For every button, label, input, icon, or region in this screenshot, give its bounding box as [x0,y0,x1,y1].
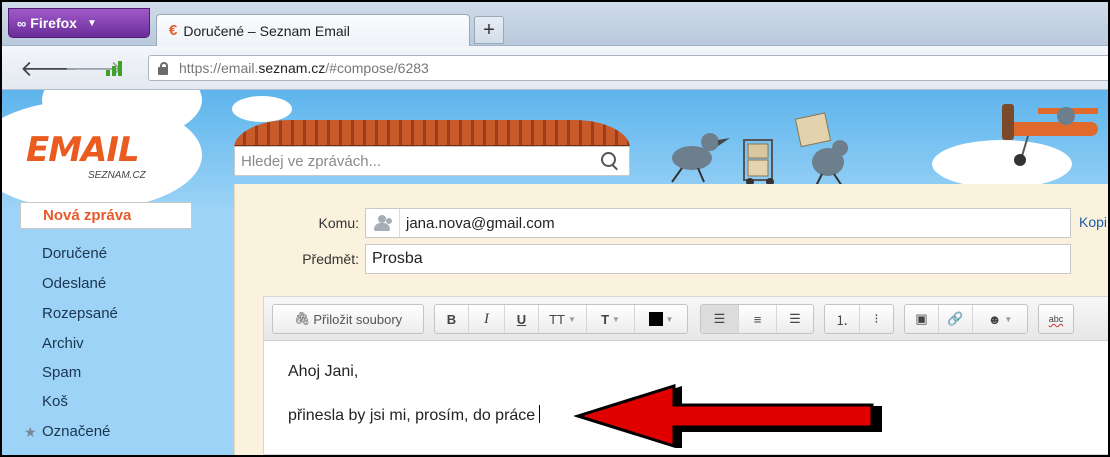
email-logo[interactable]: EMAIL SEZNAM.CZ [12,120,192,192]
numbered-list-icon[interactable]: ⒈ [825,305,860,333]
sidebar-item-spam[interactable]: Spam [42,364,81,381]
bold-button[interactable]: B [435,305,469,333]
logo-sub-text: SEZNAM.CZ [88,170,146,181]
browser-tab[interactable]: € Doručené – Seznam Email [156,14,470,46]
text-cursor [539,405,541,423]
chevron-down-icon: ▼ [567,314,576,324]
background-color-dropdown[interactable]: ▼ [635,305,687,333]
browser-tab-bar: ∞ Firefox ▼ € Doručené – Seznam Email + [2,2,1108,46]
alignment-group: ☰ ≡ ☰ [700,304,814,334]
subject-label: Předmět: [302,251,359,267]
insert-group: ▣ 🔗 ☻ ▼ [904,304,1028,334]
tab-title: Doručené – Seznam Email [183,22,350,39]
align-center-icon[interactable]: ≡ [739,305,777,333]
copy-link[interactable]: Kopi [1079,214,1107,230]
firefox-mask-icon: ∞ [17,15,27,31]
new-message-button[interactable]: Nová zpráva [20,202,192,229]
firefox-menu-button[interactable]: ∞ Firefox ▼ [8,8,150,38]
url-path: /#compose/6283 [325,60,429,76]
image-icon[interactable]: ▣ [905,305,939,333]
firefox-menu-label: Firefox [30,15,77,31]
sidebar-item-trash[interactable]: Koš [42,393,68,410]
sidebar: Nová zpráva Doručené Odeslané Rozepsané … [2,190,202,455]
search-input[interactable]: Hledej ve zprávách... [234,146,630,176]
body-line-2-text: přinesla by jsi mi, prosím, do práce [288,407,536,424]
attach-files-button[interactable]: 🖇 Přiložit soubory [272,304,424,334]
chevron-down-icon: ▼ [665,314,674,324]
red-arrow-annotation [574,384,882,448]
to-field[interactable]: jana.nova@gmail.com [365,208,1071,238]
sidebar-item-drafts[interactable]: Rozepsané [42,305,118,322]
chevron-down-icon: ▼ [1004,314,1013,324]
cloud-decoration [232,96,292,122]
align-left-icon[interactable]: ☰ [701,305,739,333]
sidebar-item-flagged[interactable]: Označené [42,423,110,440]
emoticon-dropdown[interactable]: ☻ ▼ [973,305,1027,333]
subject-field[interactable]: Prosba [365,244,1071,274]
new-tab-button[interactable]: + [474,16,504,44]
spellcheck-button[interactable]: abc [1038,304,1074,334]
color-swatch-icon [648,312,663,326]
url-bar[interactable]: https://email. seznam.cz/#compose/6283 [148,55,1108,81]
email-page: EMAIL SEZNAM.CZ Hledej ve zprávách... No… [2,90,1108,455]
editor-toolbar: 🖇 Přiložit soubory B I U TT ▼ T ▼ ▼ ☰ ≡ … [264,297,1108,341]
align-right-icon[interactable]: ☰ [777,305,813,333]
font-size-dropdown[interactable]: TT ▼ [539,305,587,333]
italic-button[interactable]: I [469,305,505,333]
sidebar-item-sent[interactable]: Odeslané [42,275,106,292]
to-label: Komu: [318,215,359,231]
search-placeholder: Hledej ve zprávách... [241,152,382,170]
birds-carrying-boxes-illustration [671,112,848,187]
attach-button-content: 🖇 Přiložit soubory [273,305,423,333]
contacts-icon[interactable] [366,209,400,237]
text-format-group: B I U TT ▼ T ▼ ▼ [434,304,688,334]
underline-button[interactable]: U [505,305,539,333]
font-icon: T [601,311,610,327]
seznam-favicon-icon: € [169,22,178,39]
logo-main-text: EMAIL [26,130,140,170]
browser-nav-bar: 🡐 🡒 https://email. seznam.cz/#compose/628… [2,46,1108,90]
spellcheck-icon: abc [1048,314,1064,324]
font-color-dropdown[interactable]: T ▼ [587,305,635,333]
attach-label: Přiložit soubory [313,311,403,327]
sidebar-item-archive[interactable]: Archiv [42,335,84,352]
chevron-down-icon: ▼ [612,314,620,324]
search-icon[interactable] [601,152,619,170]
airplane-illustration [1002,104,1098,166]
lock-icon [157,62,169,75]
bullet-list-icon[interactable]: ⁝ [860,305,893,333]
to-value: jana.nova@gmail.com [406,214,555,232]
url-domain: seznam.cz [258,60,326,76]
body-line-1: Ahoj Jani, [288,363,359,380]
url-prefix: https://email. [179,60,259,76]
paperclip-icon: 🖇 [293,311,311,326]
list-group: ⒈ ⁝ [824,304,894,334]
smiley-icon: ☻ [987,311,1002,327]
chevron-down-icon: ▼ [86,17,97,29]
link-icon[interactable]: 🔗 [939,305,973,333]
sidebar-item-inbox[interactable]: Doručené [42,245,107,262]
body-line-2: přinesla by jsi mi, prosím, do práce [288,405,541,425]
signal-bars-icon[interactable] [106,60,126,76]
font-size-icon: TT [549,311,565,327]
star-icon: ★ [24,424,37,440]
roof-decoration [234,120,630,148]
